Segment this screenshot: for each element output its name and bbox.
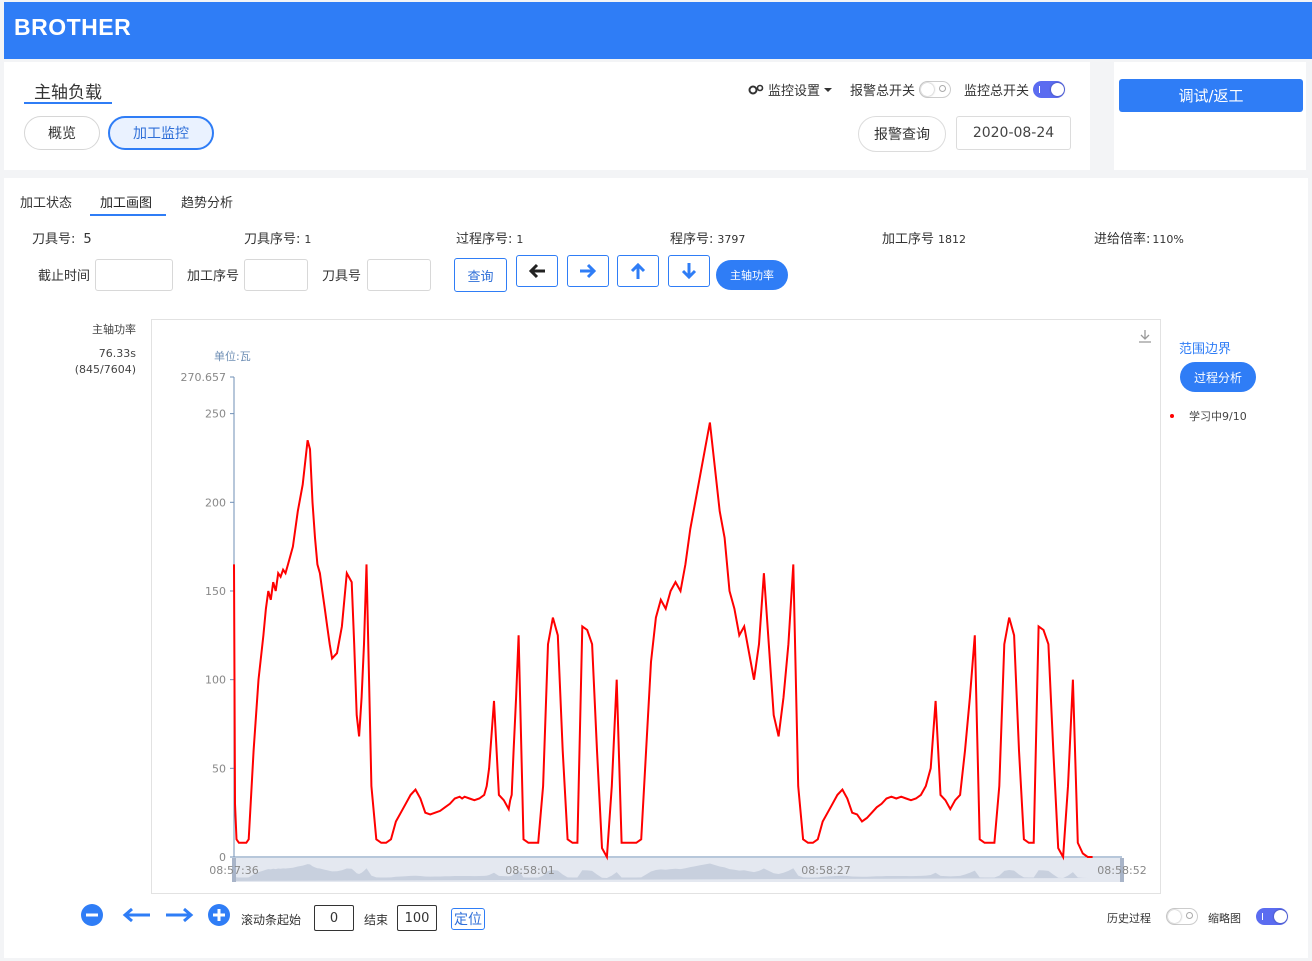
y-max-label: 270.657 bbox=[181, 371, 227, 384]
y-tick-label: 100 bbox=[205, 674, 226, 687]
left-arrow-button[interactable] bbox=[516, 255, 558, 287]
deadline-label: 截止时间 bbox=[38, 269, 91, 284]
chart-container: 270.657 0 50 100 150 200 250 单位:瓦 08:57:36 08:5… bbox=[151, 319, 1161, 894]
overview-button[interactable]: 概览 bbox=[24, 116, 100, 150]
end-label: 结束 bbox=[364, 913, 389, 927]
machining-monitor-button[interactable]: 加工监控 bbox=[108, 116, 214, 150]
alarm-switch-toggle[interactable] bbox=[919, 81, 952, 98]
page-title-underline bbox=[24, 102, 112, 104]
main-panel: 加工状态 加工画图 趋势分析 刀具号: 5 刀具序号: 1 过程序号: 1 程序号: 3… bbox=[4, 178, 1308, 958]
monitor-switch-toggle[interactable] bbox=[1033, 81, 1066, 98]
learning-dot bbox=[1170, 414, 1174, 418]
monitor-switch-label: 监控总开关 bbox=[964, 84, 1030, 99]
metric-label: 主轴功率 bbox=[92, 323, 136, 336]
deadline-input[interactable] bbox=[95, 259, 173, 291]
date-picker[interactable]: 2020-08-24 bbox=[956, 116, 1071, 150]
right-header-panel: 调试/返工 bbox=[1114, 62, 1306, 170]
x-tick-label: 08:57:36 bbox=[209, 864, 258, 877]
up-arrow-button[interactable] bbox=[617, 255, 659, 287]
history-process-toggle[interactable] bbox=[1166, 908, 1198, 925]
arrow-left-icon bbox=[528, 263, 545, 279]
x-tick-label: 08:58:52 bbox=[1097, 864, 1146, 877]
process-sequence-info: 过程序号: 1 bbox=[456, 232, 524, 247]
x-tick-label: 08:58:27 bbox=[801, 864, 850, 877]
cursor-time: 76.33s bbox=[98, 347, 136, 360]
scroll-start-input[interactable]: 0 bbox=[314, 905, 354, 931]
machining-sequence-info: 加工序号 1812 bbox=[882, 232, 967, 247]
scroll-start-label: 滚动条起始 bbox=[241, 913, 302, 927]
download-icon[interactable] bbox=[1139, 330, 1151, 343]
zoom-out-icon[interactable] bbox=[80, 903, 104, 927]
tab-trend-analysis[interactable]: 趋势分析 bbox=[181, 192, 233, 211]
range-boundary-legend[interactable]: 范围边界 bbox=[1179, 338, 1231, 357]
process-analysis-button[interactable]: 过程分析 bbox=[1180, 362, 1256, 392]
spindle-power-button[interactable]: 主轴功率 bbox=[716, 260, 788, 290]
end-input[interactable]: 100 bbox=[397, 905, 437, 931]
header-panel: 主轴负载 概览 加工监控 监控设置 报警总开关 监控总开关 报警查询 2020-… bbox=[4, 62, 1090, 170]
monitor-master-switch: 监控总开关 bbox=[964, 80, 1066, 99]
x-tick-label: 08:58:01 bbox=[505, 864, 554, 877]
monitor-settings-dropdown[interactable]: 监控设置 bbox=[748, 80, 833, 99]
tool-no-filter-label: 刀具号 bbox=[322, 269, 362, 284]
y-tick-label: 250 bbox=[205, 408, 226, 421]
down-arrow-button[interactable] bbox=[668, 255, 710, 287]
active-tab-underline bbox=[90, 214, 166, 216]
tool-number-info: 刀具号: 5 bbox=[32, 232, 92, 247]
feed-rate-info: 进给倍率: 110% bbox=[1094, 232, 1184, 247]
cursor-index: (845/7604) bbox=[74, 363, 136, 376]
brand-logo-text: BROTHER bbox=[14, 14, 132, 40]
thumbnail-label: 缩略图 bbox=[1208, 912, 1241, 925]
history-process-label: 历史过程 bbox=[1107, 912, 1151, 925]
series-line bbox=[233, 422, 1093, 861]
machining-seq-input[interactable] bbox=[244, 259, 308, 291]
alarm-master-switch: 报警总开关 bbox=[850, 80, 952, 99]
unit-label: 单位:瓦 bbox=[214, 349, 251, 363]
query-button[interactable]: 查询 bbox=[454, 258, 507, 292]
right-arrow-button[interactable] bbox=[567, 255, 609, 287]
thumbnail-toggle[interactable] bbox=[1256, 908, 1288, 925]
caret-down-icon bbox=[824, 87, 833, 92]
learning-legend[interactable]: 学习中9/10 bbox=[1189, 408, 1247, 424]
y-tick-label: 150 bbox=[205, 585, 226, 598]
pan-left-icon[interactable] bbox=[122, 907, 152, 923]
alarm-switch-label: 报警总开关 bbox=[850, 84, 916, 99]
tool-no-input[interactable] bbox=[367, 259, 431, 291]
program-number-info: 程序号: 3797 bbox=[670, 232, 746, 247]
arrow-up-icon bbox=[630, 262, 646, 279]
monitor-settings-label: 监控设置 bbox=[768, 84, 821, 99]
machining-seq-filter-label: 加工序号 bbox=[187, 269, 240, 284]
tab-machining-plot[interactable]: 加工画图 bbox=[100, 192, 152, 211]
arrow-right-icon bbox=[580, 263, 597, 279]
y-tick-label: 50 bbox=[212, 762, 226, 775]
y-tick-label: 0 bbox=[219, 851, 226, 864]
debug-rework-button[interactable]: 调试/返工 bbox=[1119, 79, 1303, 112]
tool-sequence-info: 刀具序号: 1 bbox=[244, 232, 312, 247]
y-tick-label: 200 bbox=[205, 496, 226, 509]
gears-icon bbox=[748, 84, 764, 94]
tab-machining-status[interactable]: 加工状态 bbox=[20, 192, 72, 211]
alarm-query-button[interactable]: 报警查询 bbox=[858, 116, 946, 152]
arrow-down-icon bbox=[681, 263, 697, 280]
spindle-power-chart: 270.657 0 50 100 150 200 250 单位:瓦 08:57:36 08:5… bbox=[181, 330, 1151, 882]
pan-right-icon[interactable] bbox=[164, 907, 194, 923]
top-bar: BROTHER bbox=[4, 2, 1312, 59]
zoom-in-icon[interactable] bbox=[207, 903, 231, 927]
locate-button[interactable]: 定位 bbox=[451, 908, 485, 930]
page-title: 主轴负载 bbox=[34, 83, 102, 103]
